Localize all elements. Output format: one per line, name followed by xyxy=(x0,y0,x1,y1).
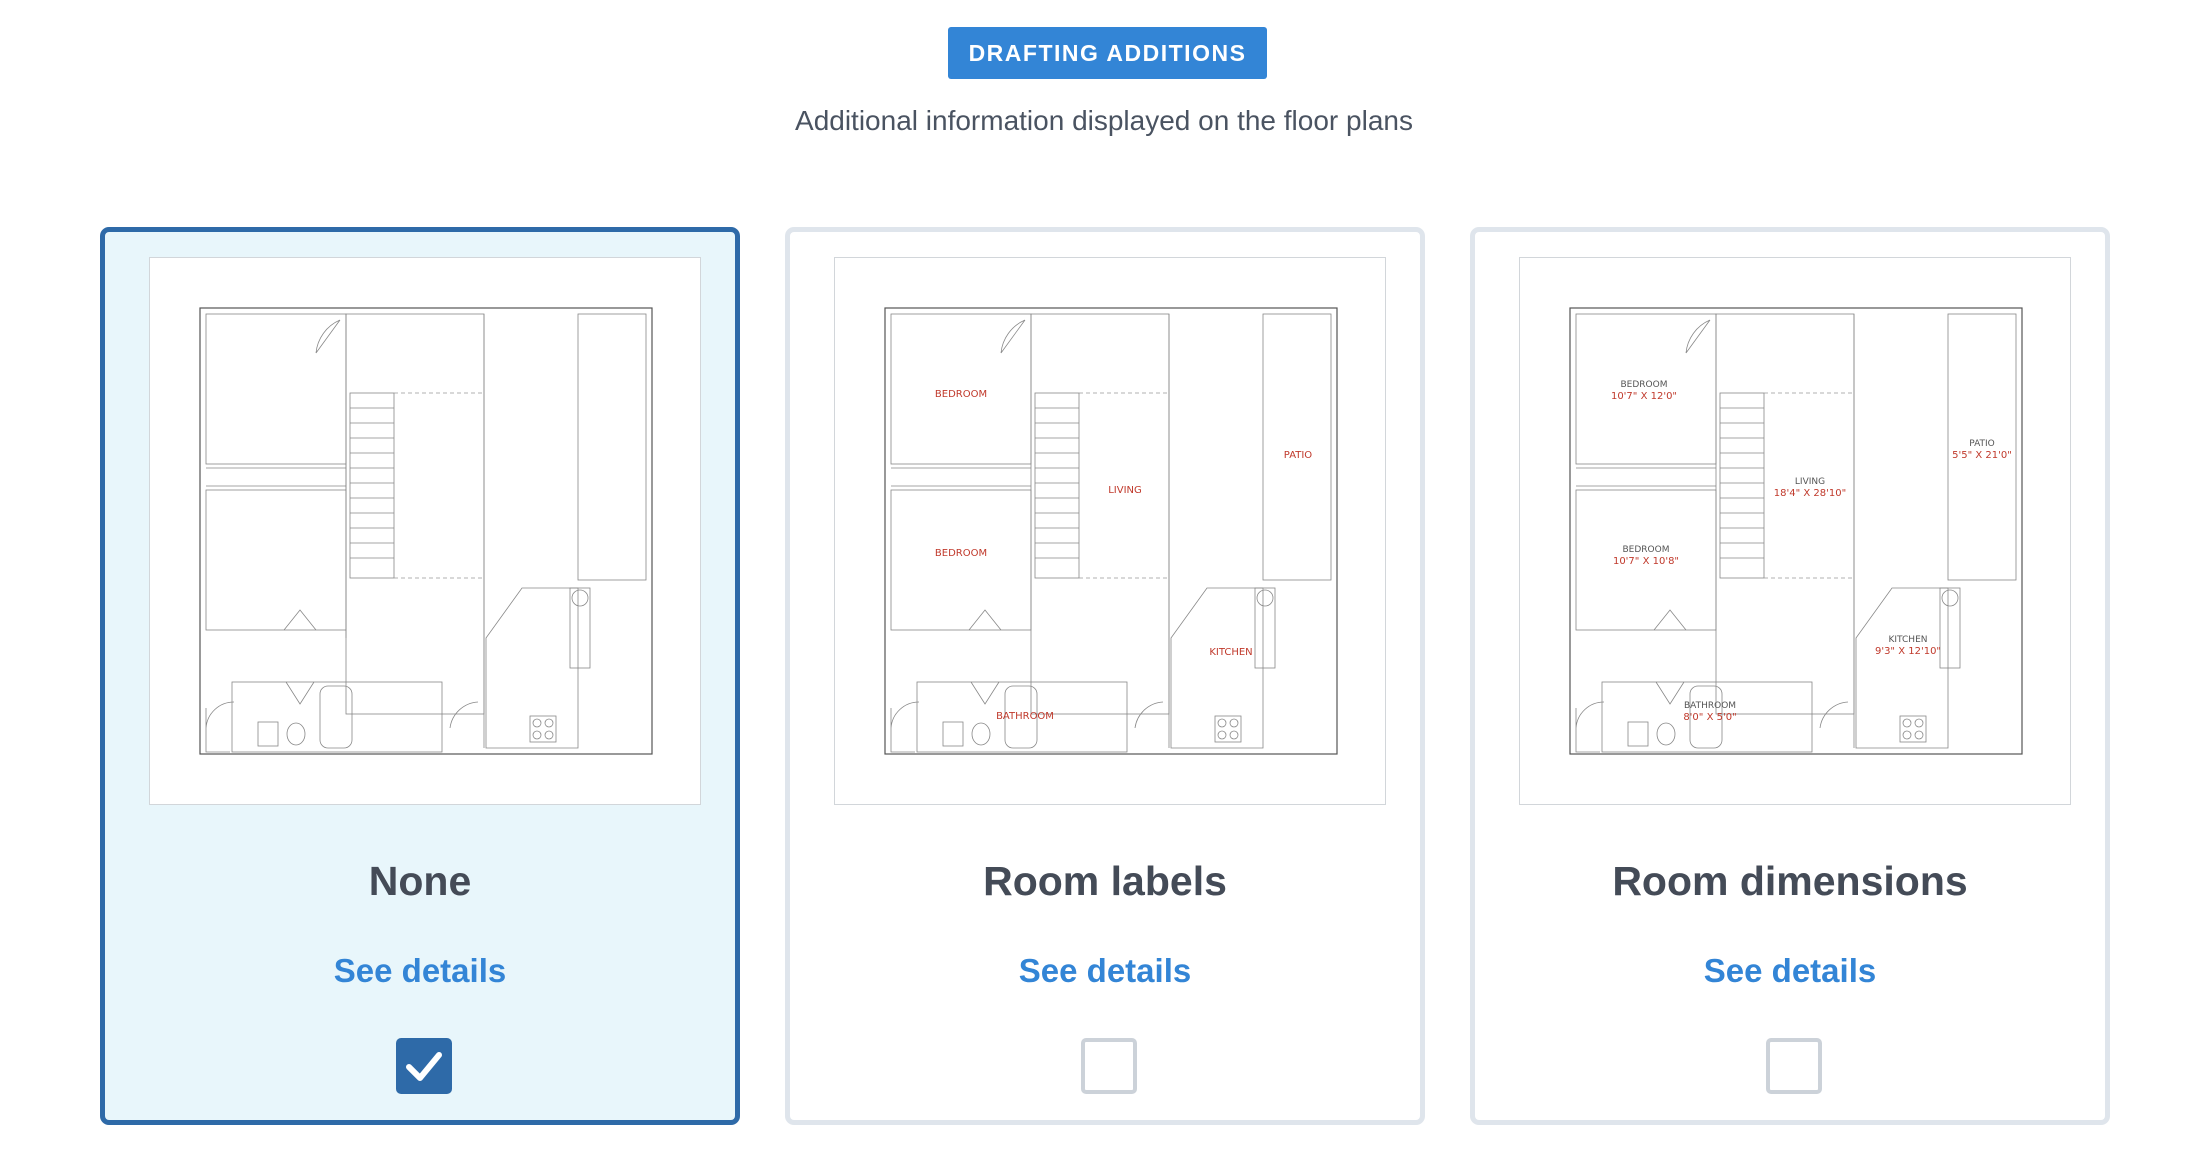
section-subtitle: Additional information displayed on the … xyxy=(795,105,1413,136)
option-card-room-labels[interactable]: BEDROOM BEDROOM LIVING PATIO KITCHEN BAT… xyxy=(785,227,1425,1125)
checkmark-icon xyxy=(406,1052,442,1081)
drafting-additions-badge: DRAFTING ADDITIONS xyxy=(948,27,1267,79)
see-details-link[interactable]: See details xyxy=(790,952,1420,990)
plan-label: LIVING xyxy=(1795,477,1825,487)
option-card-none[interactable]: None See details xyxy=(100,227,740,1125)
plan-label: BEDROOM xyxy=(1623,545,1670,555)
plan-label: PATIO xyxy=(1969,439,1995,449)
select-checkbox[interactable] xyxy=(1766,1038,1822,1094)
plan-label: BEDROOM xyxy=(1621,380,1668,390)
select-checkbox[interactable] xyxy=(396,1038,452,1094)
plan-label: KITCHEN xyxy=(1889,635,1928,645)
option-title: Room dimensions xyxy=(1612,858,1968,904)
select-checkbox[interactable] xyxy=(1081,1038,1137,1094)
floor-plan-drawing xyxy=(199,307,653,755)
floor-plan-drawing: BEDROOM BEDROOM LIVING PATIO KITCHEN BAT… xyxy=(884,307,1338,755)
plan-dimension: 18'4" X 28'10" xyxy=(1774,488,1846,499)
plan-dimension: 8'0" X 5'0" xyxy=(1683,712,1736,723)
plan-dimension: 10'7" X 12'0" xyxy=(1611,391,1677,402)
plan-dimension: 5'5" X 21'0" xyxy=(1952,450,2012,461)
option-title: None xyxy=(368,858,472,904)
plan-label: BATHROOM xyxy=(1684,701,1736,711)
plan-dimension: 10'7" X 10'8" xyxy=(1613,556,1679,567)
option-card-room-dimensions[interactable]: BEDROOM 10'7" X 12'0" BEDROOM 10'7" X 10… xyxy=(1470,227,2110,1125)
plan-dimension: 9'3" X 12'10" xyxy=(1875,646,1941,657)
floor-plan-image xyxy=(149,257,701,805)
plan-label: BATHROOM xyxy=(996,711,1054,722)
plan-label: LIVING xyxy=(1108,485,1142,496)
see-details-link[interactable]: See details xyxy=(1475,952,2105,990)
floor-plan-drawing: BEDROOM 10'7" X 12'0" BEDROOM 10'7" X 10… xyxy=(1569,307,2023,755)
plan-label: BEDROOM xyxy=(935,548,987,559)
floor-plan-image: BEDROOM 10'7" X 12'0" BEDROOM 10'7" X 10… xyxy=(1519,257,2071,805)
plan-label: PATIO xyxy=(1284,450,1313,461)
see-details-link[interactable]: See details xyxy=(105,952,735,990)
option-title: Room labels xyxy=(983,858,1227,904)
plan-label: KITCHEN xyxy=(1209,647,1252,658)
floor-plan-image: BEDROOM BEDROOM LIVING PATIO KITCHEN BAT… xyxy=(834,257,1386,805)
plan-label: BEDROOM xyxy=(935,389,987,400)
